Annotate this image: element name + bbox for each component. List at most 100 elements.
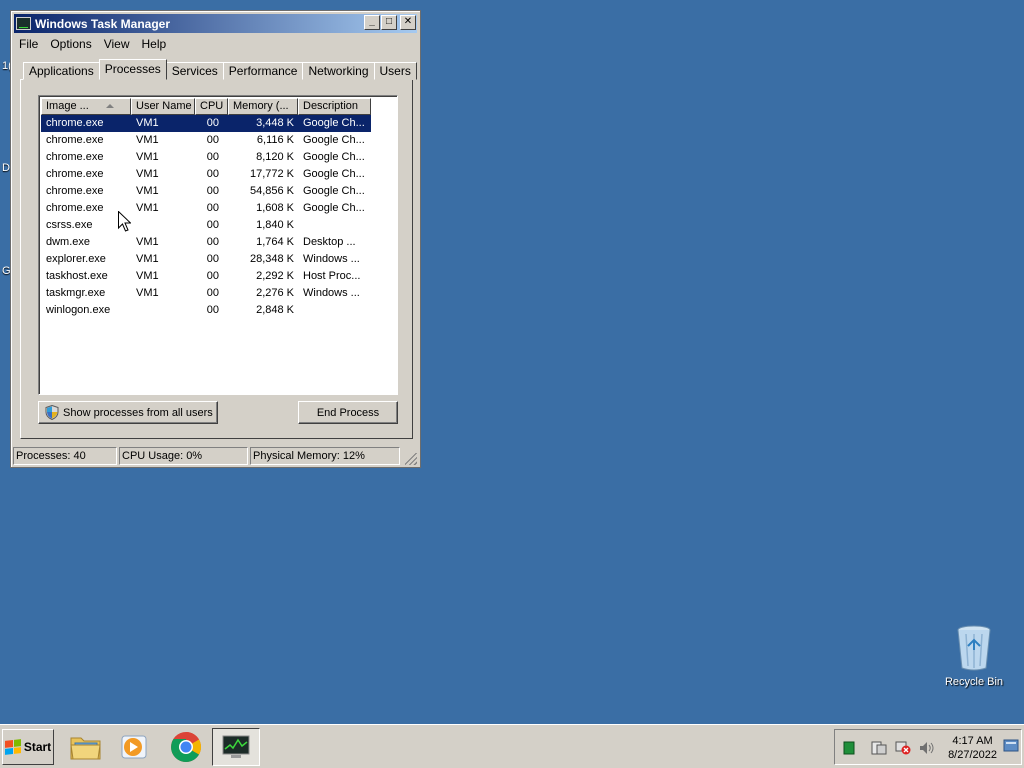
taskbar: Start 4:17 AM 8/27/2022 <box>0 724 1024 768</box>
process-user-name: VM1 <box>136 134 159 146</box>
process-row[interactable]: taskhost.exe VM1 00 2,292 K Host Proc... <box>41 268 371 285</box>
process-user-name <box>131 217 195 234</box>
show-all-processes-button[interactable]: Show processes from all users <box>38 401 218 424</box>
desktop-icon-label-2[interactable]: D <box>2 162 10 174</box>
process-row[interactable]: chrome.exe VM1 00 8,120 K Google Ch... <box>41 149 371 166</box>
show-all-processes-label: Show processes from all users <box>63 406 213 419</box>
process-description: Google Ch... <box>303 134 365 146</box>
folder-icon <box>70 737 101 760</box>
process-description: Host Proc... <box>303 270 361 282</box>
process-description: Windows ... <box>303 287 360 299</box>
task-manager-window: Windows Task Manager _ □ ✕ File Options … <box>10 10 421 468</box>
process-description: Google Ch... <box>303 151 365 163</box>
window-title: Windows Task Manager <box>35 16 171 31</box>
status-processes: Processes: 40 <box>13 447 117 465</box>
mouse-cursor-icon <box>118 211 131 232</box>
process-cpu: 00 <box>206 134 219 146</box>
process-user-name: VM1 <box>136 151 159 163</box>
process-description: Google Ch... <box>303 185 365 197</box>
process-row[interactable]: chrome.exe VM1 00 54,856 K Google Ch... <box>41 183 371 200</box>
recycle-bin[interactable]: Recycle Bin <box>942 624 1006 688</box>
title-bar[interactable]: Windows Task Manager _ □ ✕ <box>14 14 417 33</box>
process-memory: 54,856 K <box>249 185 294 197</box>
chrome-icon <box>171 732 202 763</box>
minimize-button[interactable]: _ <box>364 15 380 30</box>
process-memory: 2,292 K <box>256 270 294 282</box>
process-row[interactable]: taskmgr.exe VM1 00 2,276 K Windows ... <box>41 285 371 302</box>
uac-shield-icon <box>45 405 59 420</box>
windows-flag-icon <box>4 739 21 755</box>
process-image-name: chrome.exe <box>46 185 104 197</box>
status-green-icon[interactable] <box>843 741 855 755</box>
process-user-name: VM1 <box>136 117 159 129</box>
show-desktop-icon[interactable] <box>1003 739 1019 753</box>
taskbar-media-player[interactable] <box>110 728 158 766</box>
process-user-name <box>131 302 195 319</box>
process-cpu: 00 <box>206 185 219 197</box>
start-label: Start <box>23 740 52 754</box>
process-memory: 6,116 K <box>256 134 294 146</box>
menu-options[interactable]: Options <box>44 37 97 51</box>
column-description[interactable]: Description <box>298 98 371 115</box>
process-description: Google Ch... <box>303 202 365 214</box>
process-list-body: chrome.exe VM1 00 3,448 K Google Ch... chrome… <box>41 115 371 319</box>
maximize-button[interactable]: □ <box>381 15 397 30</box>
process-list-header: Image ... User Name CPU Memory (... Desc… <box>41 98 371 115</box>
process-image-name: taskmgr.exe <box>46 287 106 299</box>
clock[interactable]: 4:17 AM 8/27/2022 <box>948 734 997 762</box>
process-memory: 17,772 K <box>249 168 294 180</box>
process-row[interactable]: csrss.exe 00 1,840 K <box>41 217 371 234</box>
process-cpu: 00 <box>206 287 219 299</box>
column-image-name[interactable]: Image ... <box>41 98 131 115</box>
resize-grip-icon[interactable] <box>405 453 417 465</box>
column-user-name[interactable]: User Name <box>131 98 195 115</box>
process-user-name: VM1 <box>136 236 159 248</box>
process-list[interactable]: Image ... User Name CPU Memory (... Desc… <box>38 95 398 395</box>
tab-networking[interactable]: Networking <box>302 62 375 80</box>
end-process-button[interactable]: End Process <box>298 401 398 424</box>
process-cpu: 00 <box>206 219 219 231</box>
process-user-name: VM1 <box>136 168 159 180</box>
column-image-name-label: Image ... <box>46 100 89 112</box>
menu-bar: File Options View Help <box>14 35 417 53</box>
action-center-icon[interactable] <box>871 741 887 755</box>
process-image-name: dwm.exe <box>46 236 91 248</box>
menu-view[interactable]: View <box>98 37 136 51</box>
tab-processes[interactable]: Processes <box>98 59 167 80</box>
volume-icon[interactable] <box>919 741 935 755</box>
process-cpu: 00 <box>206 117 219 129</box>
taskbar-task-manager[interactable] <box>212 728 260 766</box>
start-button[interactable]: Start <box>2 729 54 765</box>
process-row[interactable]: chrome.exe VM1 00 6,116 K Google Ch... <box>41 132 371 149</box>
column-cpu[interactable]: CPU <box>195 98 228 115</box>
process-row[interactable]: dwm.exe VM1 00 1,764 K Desktop ... <box>41 234 371 251</box>
task-manager-taskbar-icon <box>222 735 250 758</box>
process-image-name: winlogon.exe <box>46 304 111 316</box>
tab-performance[interactable]: Performance <box>222 62 304 80</box>
process-row[interactable]: explorer.exe VM1 00 28,348 K Windows ... <box>41 251 371 268</box>
process-row[interactable]: chrome.exe VM1 00 1,608 K Google Ch... <box>41 200 371 217</box>
sort-ascending-icon <box>106 104 114 108</box>
process-image-name: chrome.exe <box>46 168 104 180</box>
tab-applications[interactable]: Applications <box>23 62 100 80</box>
process-row[interactable]: chrome.exe VM1 00 17,772 K Google Ch... <box>41 166 371 183</box>
network-disconnected-icon[interactable] <box>895 741 911 755</box>
process-description: Desktop ... <box>303 236 356 248</box>
process-user-name: VM1 <box>136 270 159 282</box>
menu-help[interactable]: Help <box>136 37 173 51</box>
close-button[interactable]: ✕ <box>400 15 416 30</box>
process-row[interactable]: winlogon.exe 00 2,848 K <box>41 302 371 319</box>
process-user-name: VM1 <box>136 253 159 265</box>
taskbar-explorer[interactable] <box>62 728 110 766</box>
column-memory[interactable]: Memory (... <box>228 98 298 115</box>
process-cpu: 00 <box>206 168 219 180</box>
task-manager-icon <box>16 17 31 30</box>
tab-users[interactable]: Users <box>373 62 417 80</box>
process-row[interactable]: chrome.exe VM1 00 3,448 K Google Ch... <box>41 115 371 132</box>
menu-file[interactable]: File <box>14 37 44 51</box>
tab-services[interactable]: Services <box>165 62 224 80</box>
notification-area: 4:17 AM 8/27/2022 <box>834 729 1022 765</box>
taskbar-chrome[interactable] <box>162 728 210 766</box>
process-memory: 2,276 K <box>256 287 294 299</box>
process-image-name: explorer.exe <box>46 253 106 265</box>
